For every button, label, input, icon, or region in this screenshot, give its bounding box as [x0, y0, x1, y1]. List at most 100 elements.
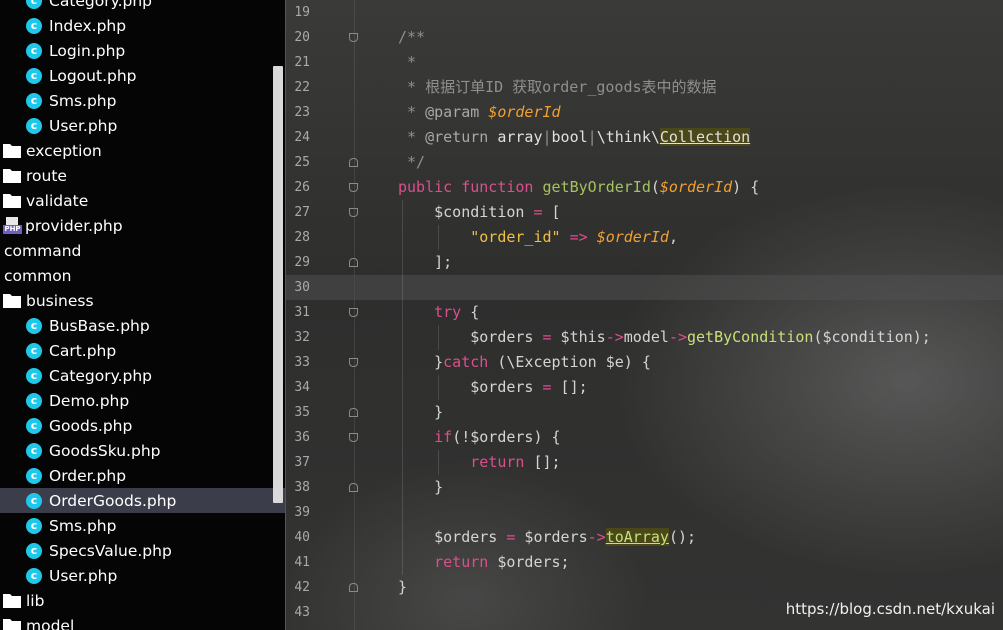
line-number: 41	[294, 555, 310, 570]
class-file-icon: c	[26, 392, 42, 409]
indent-guide	[402, 500, 403, 525]
code-line[interactable]: 20 /**	[286, 25, 1003, 50]
tree-item[interactable]: c Sms.php	[0, 88, 285, 113]
folder-icon	[3, 144, 21, 158]
code-line[interactable]: 38 }	[286, 475, 1003, 500]
code-line[interactable]: 39	[286, 500, 1003, 525]
tree-item[interactable]: c Goods.php	[0, 413, 285, 438]
fold-marker-icon[interactable]	[349, 258, 358, 267]
tree-item-label: Category.php	[49, 366, 153, 385]
code-line[interactable]: 21 *	[286, 50, 1003, 75]
tree-item[interactable]: c Sms.php	[0, 513, 285, 538]
tree-item[interactable]: c Order.php	[0, 463, 285, 488]
code-line[interactable]: 29 ];	[286, 250, 1003, 275]
tree-item[interactable]: lib	[0, 588, 285, 613]
code-line[interactable]: 42}	[286, 575, 1003, 600]
line-number: 24	[294, 130, 310, 145]
tree-item[interactable]: c Category.php	[0, 0, 285, 13]
tree-item[interactable]: model	[0, 613, 285, 630]
code-editor[interactable]: 19 20/** 21 * 22 * 根据订单ID 获取order_goods表中的数…	[285, 0, 1003, 630]
tree-item[interactable]: c User.php	[0, 113, 285, 138]
code-line[interactable]: 33 }catch (\Exception $e) {	[286, 350, 1003, 375]
tree-item[interactable]: exception	[0, 138, 285, 163]
code-line[interactable]: 27 $condition = [	[286, 200, 1003, 225]
code-text: return [];	[470, 453, 561, 471]
tree-item[interactable]: c Category.php	[0, 363, 285, 388]
class-file-icon: c	[26, 0, 42, 9]
fold-marker-icon[interactable]	[349, 408, 358, 417]
tree-item[interactable]: route	[0, 163, 285, 188]
code-line[interactable]: 24 * @return array|bool|\think\Collectio…	[286, 125, 1003, 150]
code-line[interactable]: 22 * 根据订单ID 获取order_goods表中的数据	[286, 75, 1003, 100]
fold-marker-icon[interactable]	[349, 208, 358, 217]
tree-item[interactable]: c User.php	[0, 563, 285, 588]
tree-item[interactable]: c SpecsValue.php	[0, 538, 285, 563]
tree-item[interactable]: c Logout.php	[0, 63, 285, 88]
fold-marker-icon[interactable]	[349, 33, 358, 42]
line-number: 43	[294, 605, 310, 620]
tree-item[interactable]: business	[0, 288, 285, 313]
code-line[interactable]: 37 return [];	[286, 450, 1003, 475]
tree-item[interactable]: c Index.php	[0, 13, 285, 38]
tree-item-label: Cart.php	[49, 341, 117, 360]
code-line[interactable]: 40 $orders = $orders->toArray();	[286, 525, 1003, 550]
tree-item-label: Demo.php	[49, 391, 130, 410]
tree-item-label: command	[4, 241, 82, 260]
tree-item[interactable]: c BusBase.php	[0, 313, 285, 338]
code-line[interactable]: 28 "order_id" => $orderId,	[286, 225, 1003, 250]
class-file-icon: c	[26, 117, 42, 134]
code-line[interactable]: 26 public function getByOrderId($orderId)…	[286, 175, 1003, 200]
fold-marker-icon[interactable]	[349, 583, 358, 592]
code-text: * @param $orderId	[398, 103, 561, 121]
code-text: }	[398, 578, 408, 596]
code-line[interactable]: 19	[286, 0, 1003, 25]
tree-item-label: Login.php	[49, 41, 126, 60]
tree-item[interactable]: common	[0, 263, 285, 288]
line-number: 23	[294, 105, 310, 120]
code-line[interactable]: 30	[286, 275, 1003, 300]
fold-marker-icon[interactable]	[349, 308, 358, 317]
class-file-icon: c	[26, 492, 42, 509]
code-line[interactable]: 25 */	[286, 150, 1003, 175]
tree-item-label: Goods.php	[49, 416, 133, 435]
tree-item-label: Order.php	[49, 466, 127, 485]
class-file-icon: c	[26, 342, 42, 359]
line-number: 30	[294, 280, 310, 295]
code-line[interactable]: 31 try {	[286, 300, 1003, 325]
tree-item[interactable]: c Login.php	[0, 38, 285, 63]
fold-marker-icon[interactable]	[349, 158, 358, 167]
class-file-icon: c	[26, 542, 42, 559]
tree-item-label: route	[26, 166, 67, 185]
fold-marker-icon[interactable]	[349, 183, 358, 192]
tree-item[interactable]: c Cart.php	[0, 338, 285, 363]
fold-marker-icon[interactable]	[349, 433, 358, 442]
line-number: 36	[294, 430, 310, 445]
fold-marker-icon[interactable]	[349, 358, 358, 367]
code-line[interactable]: 41 return $orders;	[286, 550, 1003, 575]
line-number: 26	[294, 180, 310, 195]
tree-item[interactable]: validate	[0, 188, 285, 213]
tree-item[interactable]: PHP provider.php	[0, 213, 285, 238]
code-line[interactable]: 35 }	[286, 400, 1003, 425]
code-line[interactable]: 32 $orders = $this->model->getByConditio…	[286, 325, 1003, 350]
code-line[interactable]: 36 if(!$orders) {	[286, 425, 1003, 450]
code-text: if(!$orders) {	[434, 428, 561, 446]
class-file-icon: c	[26, 17, 42, 34]
fold-marker-icon[interactable]	[349, 483, 358, 492]
code-text: public function getByOrderId($orderId) {	[398, 178, 760, 196]
code-line[interactable]: 23 * @param $orderId	[286, 100, 1003, 125]
tree-item[interactable]: command	[0, 238, 285, 263]
line-number: 29	[294, 255, 310, 270]
code-text: try {	[434, 303, 480, 321]
code-line[interactable]: 34 $orders = [];	[286, 375, 1003, 400]
class-file-icon: c	[26, 417, 42, 434]
tree-item[interactable]: c OrderGoods.php	[0, 488, 285, 513]
line-number: 35	[294, 405, 310, 420]
code-text: $orders = $this->model->getByCondition($…	[398, 328, 931, 346]
folder-icon	[3, 169, 21, 183]
line-number: 34	[294, 380, 310, 395]
tree-item[interactable]: c GoodsSku.php	[0, 438, 285, 463]
project-tree-scrollbar[interactable]	[273, 66, 283, 503]
folder-icon	[3, 619, 21, 630]
tree-item[interactable]: c Demo.php	[0, 388, 285, 413]
